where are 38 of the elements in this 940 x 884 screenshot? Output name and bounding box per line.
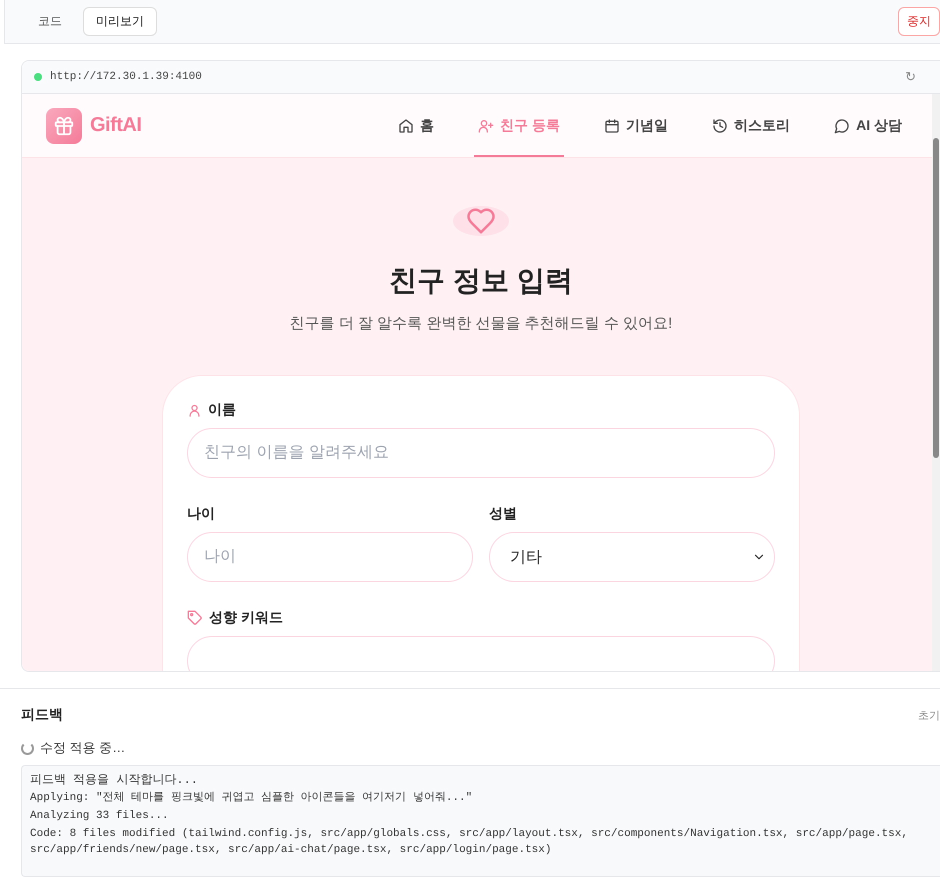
gift-icon bbox=[53, 114, 75, 136]
heart-icon bbox=[466, 206, 496, 236]
keywords-input[interactable] bbox=[187, 636, 775, 671]
status-text: 수정 적용 중… bbox=[40, 739, 126, 757]
page-title: 친구 정보 입력 bbox=[389, 264, 573, 298]
spinner-icon bbox=[21, 742, 34, 754]
nav-link[interactable]: AI 상담 bbox=[830, 94, 906, 157]
field-label: 성별 bbox=[489, 505, 517, 523]
page-subtitle: 친구를 더 잘 알수록 완벽한 선물을 추천해드릴 수 있어요! bbox=[290, 314, 672, 333]
user-plus-icon bbox=[478, 118, 494, 134]
field-label: 이름 bbox=[208, 401, 236, 419]
field-label: 나이 bbox=[187, 505, 215, 523]
nav-link[interactable]: 히스토리 bbox=[708, 94, 794, 157]
stop-button[interactable]: 중지 bbox=[898, 7, 940, 36]
chat-bubble-icon bbox=[834, 118, 850, 134]
tag-icon bbox=[187, 610, 203, 626]
log-line: Code: 8 files modified (tailwind.config.js, src/app/globals.css, src/app/layout.tsx, src/components/Navigation.tsx, src/app/page.tsx, src/app/friends/new/page.tsx, src/app/ai-chat/page.tsx, src/app/login/page.tsx) bbox=[30, 827, 909, 858]
home-icon bbox=[398, 118, 414, 134]
name-input[interactable]: 친구의 이름을 알려주세요 bbox=[187, 428, 775, 478]
calendar-icon bbox=[604, 118, 620, 134]
status-dot bbox=[34, 73, 42, 81]
age-input[interactable]: 나이 bbox=[187, 532, 473, 582]
log-line: 피드백 적용을 시작합니다... bbox=[30, 772, 200, 788]
view-tab[interactable]: 코드 bbox=[25, 7, 75, 36]
view-tab[interactable]: 미리보기 bbox=[83, 7, 157, 36]
brand-name: GiftAI bbox=[90, 114, 142, 137]
person-icon bbox=[187, 402, 202, 418]
history-icon bbox=[712, 118, 728, 134]
url-text: http://172.30.1.39:4100 bbox=[50, 71, 202, 83]
gender-select[interactable]: 기타 bbox=[489, 532, 775, 582]
panel-title: 피드백 bbox=[21, 706, 63, 724]
reset-button[interactable]: 초기 bbox=[918, 708, 940, 722]
nav-link[interactable]: 홈 bbox=[394, 94, 438, 157]
scrollbar[interactable] bbox=[932, 94, 940, 671]
nav-link[interactable]: 기념일 bbox=[600, 94, 672, 157]
log-line: Applying: "전체 테마를 핑크빛에 귀엽고 심플한 아이콘들을 여기저기 넣어줘..." bbox=[30, 790, 474, 806]
field-label: 성향 키워드 bbox=[209, 609, 283, 627]
log-line: Analyzing 33 files... bbox=[30, 809, 170, 824]
